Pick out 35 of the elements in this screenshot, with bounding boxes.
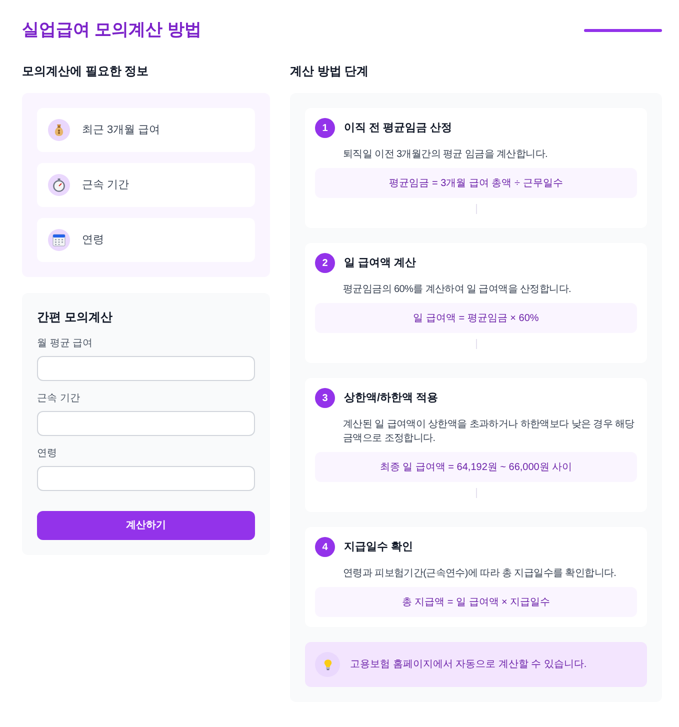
step-description: 계산된 일 급여액이 상한액을 초과하거나 하한액보다 낮은 경우 해당 금액으로 조정합니다.	[343, 418, 636, 446]
info-item-label: 최근 3개월 급여	[82, 122, 160, 138]
step-number: 3	[315, 388, 335, 408]
step-number: 4	[315, 537, 335, 557]
step-description: 평균임금의 60%를 계산하여 일 급여액을 산정합니다.	[343, 283, 572, 297]
money-bag-icon	[48, 119, 70, 141]
formula-box: 총 지급액 = 일 급여액 × 지급일수	[315, 587, 637, 617]
step-title: 지급일수 확인	[344, 540, 414, 555]
calculate-button[interactable]: 계산하기	[37, 511, 255, 540]
lightbulb-icon	[315, 652, 340, 677]
tip-text: 고용보험 홈페이지에서 자동으로 계산할 수 있습니다.	[350, 658, 587, 672]
step-title: 일 급여액 계산	[344, 256, 416, 271]
section-heading: 계산 방법 단계	[290, 63, 370, 80]
formula-box: 평균임금 = 3개월 급여 총액 ÷ 근무일수	[315, 168, 637, 198]
step-description: 퇴직일 이전 3개월간의 평균 임금을 계산합니다.	[343, 148, 548, 162]
step-description: 연령과 피보험기간(근속연수)에 따라 총 지급일수를 확인합니다.	[343, 567, 618, 581]
input-field[interactable]	[37, 466, 255, 491]
input-field[interactable]	[37, 356, 255, 381]
calculator-title: 간편 모의계산	[37, 309, 114, 326]
calendar-icon	[48, 229, 70, 251]
page-title: 실업급여 모의계산 방법	[22, 19, 202, 41]
field-label: 월 평균 급여	[37, 337, 94, 351]
field-label: 연령	[37, 447, 58, 461]
info-item-label: 근속 기간	[82, 178, 130, 193]
formula-box: 일 급여액 = 평균임금 × 60%	[315, 303, 637, 333]
step-number: 2	[315, 253, 335, 273]
step-title: 이직 전 평균임금 산정	[344, 120, 452, 136]
section-heading: 모의계산에 필요한 정보	[22, 63, 150, 80]
step-title: 상한액/하한액 적용	[344, 390, 438, 406]
field-label: 근속 기간	[37, 392, 81, 406]
stopwatch-icon	[48, 174, 70, 196]
formula-box: 최종 일 급여액 = 64,192원 ~ 66,000원 사이	[315, 452, 637, 482]
step-number: 1	[315, 118, 335, 138]
input-field[interactable]	[37, 411, 255, 436]
info-item-label: 연령	[82, 232, 104, 248]
